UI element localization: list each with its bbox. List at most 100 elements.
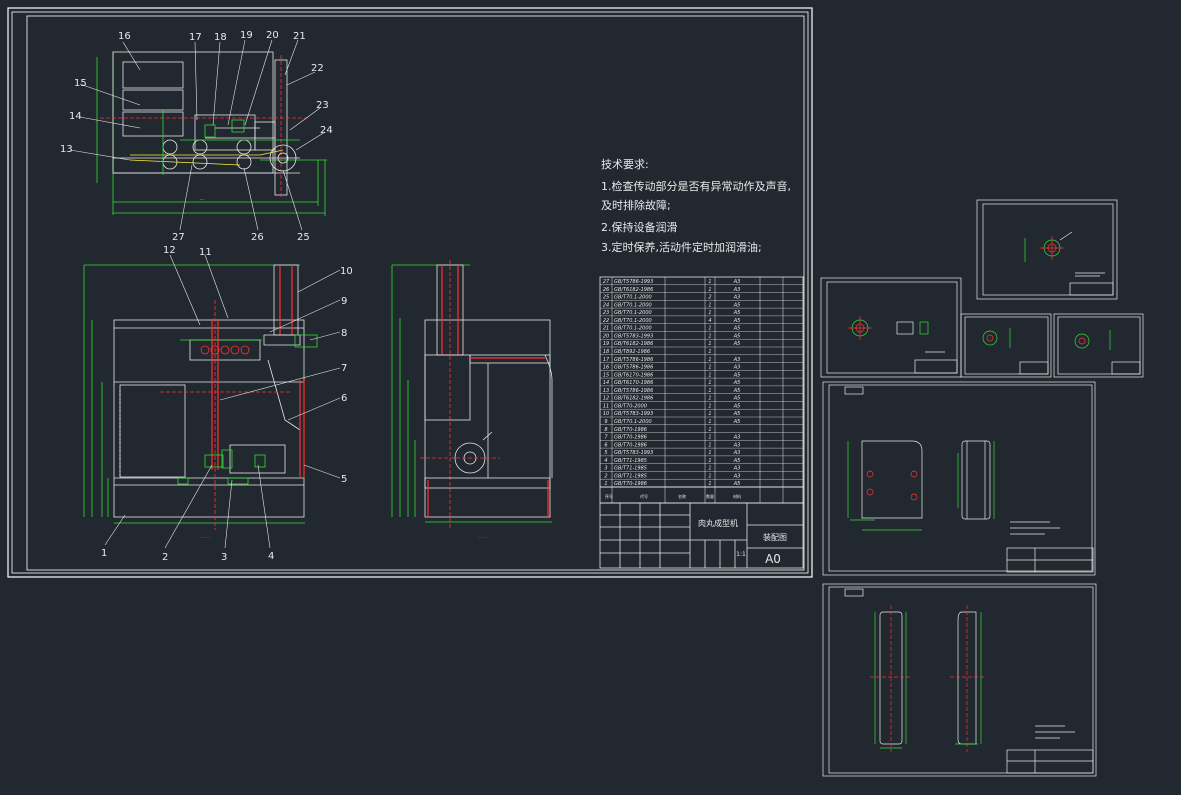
parts-table-cell-qty: 1 — [708, 341, 711, 347]
parts-table-cell-qty: 1 — [708, 419, 711, 425]
parts-table-cell-mat: A3 — [733, 357, 741, 363]
parts-table-cell-mat: A5 — [733, 372, 741, 378]
parts-table-cell-mat: A5 — [733, 318, 741, 324]
svg-text:序号: 序号 — [605, 493, 613, 499]
svg-text:代号: 代号 — [640, 493, 648, 499]
callout-27: 27 — [172, 232, 185, 243]
part-sheet-c — [960, 313, 1052, 378]
parts-table-cell-no: 1 — [604, 481, 607, 487]
parts-table-cell-qty: 1 — [708, 396, 711, 402]
callout-7: 7 — [341, 363, 347, 374]
part-sheet-f — [822, 583, 1097, 777]
parts-table-cell-qty: 1 — [708, 458, 711, 464]
front-view-label: ---- --- - — [200, 535, 211, 539]
parts-table-cell-mat: A3 — [733, 442, 741, 448]
parts-table-cell-no: 16 — [603, 365, 609, 371]
callout-16: 16 — [118, 31, 131, 42]
parts-table-cell-std: GB/T70.1-2000 — [614, 302, 652, 308]
side-view: ---- --- - — [391, 260, 553, 539]
svg-text:材料: 材料 — [733, 493, 741, 499]
parts-table-cell-std: GB/T70.1-2000 — [614, 419, 652, 425]
callout-24: 24 — [320, 125, 333, 136]
parts-table-cell-std: GB/T5786-1993 — [614, 279, 653, 285]
parts-table-cell-no: 10 — [603, 411, 609, 417]
parts-table: 27 GB/T5786-1993 1 A326 GB/T6182-1986 1 A325 GB… — [599, 276, 804, 504]
parts-table-cell-no: 17 — [603, 357, 610, 363]
parts-table-cell-qty: 1 — [708, 349, 711, 355]
parts-table-cell-qty: 1 — [708, 333, 711, 339]
parts-table-cell-std: GB/T70-2000 — [614, 403, 647, 409]
parts-table-cell-mat: A3 — [733, 450, 741, 456]
callout-4: 4 — [268, 551, 274, 562]
parts-table-cell-qty: 1 — [708, 372, 711, 378]
tech-requirements-heading: 技术要求: — [601, 158, 649, 171]
tech-requirement-2: 2.保持设备润滑 — [601, 220, 678, 234]
parts-table-cell-std: GB/T70.1-2000 — [614, 318, 652, 324]
parts-table-cell-mat: A3 — [733, 287, 741, 293]
top-view-dim-1: ---- — [200, 197, 204, 201]
parts-table-cell-no: 3 — [604, 466, 607, 472]
parts-table-cell-qty: 1 — [708, 380, 711, 386]
title-block-name: 肉丸成型机 — [698, 518, 738, 528]
tech-requirement-1b: 及时排除故障; — [601, 198, 671, 212]
parts-table-cell-qty: 1 — [708, 466, 711, 472]
tech-requirement-3: 3.定时保养,活动件定时加润滑油; — [601, 240, 762, 254]
parts-table-cell-no: 18 — [603, 349, 609, 355]
parts-table-cell-qty: 2 — [708, 295, 711, 301]
part-sheet-a — [976, 199, 1118, 300]
parts-table-cell-mat: A5 — [733, 403, 741, 409]
callout-26: 26 — [251, 232, 264, 243]
parts-table-cell-mat: A5 — [733, 388, 741, 394]
front-view-leaders — [104, 254, 341, 549]
parts-table-cell-std: GB/T71-1985 — [614, 466, 647, 472]
parts-table-cell-no: 22 — [603, 318, 609, 324]
cad-drawing-canvas: ---- ---- --- - ---- --- - 16 17 18 19 2… — [7, 7, 1144, 777]
parts-table-cell-mat: A3 — [733, 473, 741, 479]
parts-table-cell-qty: 1 — [708, 427, 711, 433]
parts-table-cell-mat: A5 — [733, 411, 741, 417]
parts-table-cell-qty: 1 — [708, 450, 711, 456]
part-sheet-e — [822, 381, 1096, 576]
parts-table-cell-no: 5 — [604, 450, 607, 456]
parts-table-cell-std: GB/T70.1-2000 — [614, 295, 652, 301]
parts-table-cell-mat: A5 — [733, 310, 741, 316]
front-view: ---- --- - — [83, 264, 318, 539]
parts-table-cell-no: 20 — [603, 333, 609, 339]
parts-table-cell-mat: A5 — [733, 396, 741, 402]
tech-requirements: 技术要求: 1.检查传动部分是否有异常动作及声音, 及时排除故障; 2.保持设备… — [601, 158, 791, 254]
parts-table-cell-mat: A5 — [733, 380, 741, 386]
title-block-drawing: 装配图 — [763, 532, 787, 542]
callout-11: 11 — [199, 247, 212, 258]
title-block: 肉丸成型机 装配图 1:1 A0 — [599, 502, 804, 569]
top-view: ---- — [96, 51, 327, 216]
callout-25: 25 — [297, 232, 310, 243]
parts-table-cell-std: GB/T70-1986 — [614, 481, 647, 487]
callout-3: 3 — [221, 552, 227, 563]
callout-numbers: 16 17 18 19 20 21 22 23 24 15 14 13 27 2… — [60, 30, 353, 563]
parts-table-cell-std: GB/T5783-1993 — [614, 333, 653, 339]
parts-table-cell-no: 14 — [603, 380, 609, 386]
callout-14: 14 — [69, 111, 82, 122]
parts-table-cell-std: GB/T5783-1993 — [614, 411, 653, 417]
callout-19: 19 — [240, 30, 253, 41]
callout-18: 18 — [214, 32, 227, 43]
parts-table-cell-std: GB/T5783-1993 — [614, 450, 653, 456]
parts-table-cell-mat: A3 — [733, 295, 741, 301]
title-block-scale: 1:1 — [736, 551, 746, 558]
parts-table-cell-mat: A3 — [733, 435, 741, 441]
parts-table-cell-mat: A5 — [733, 458, 741, 464]
parts-table-cell-std: GB/T6170-1986 — [614, 372, 653, 378]
parts-table-cell-no: 6 — [604, 442, 607, 448]
parts-table-cell-std: GB/T5786-1986 — [614, 388, 653, 394]
parts-table-cell-no: 26 — [603, 287, 609, 293]
parts-table-cell-mat: A3 — [733, 365, 741, 371]
parts-table-cell-no: 9 — [604, 419, 607, 425]
parts-table-cell-no: 21 — [603, 326, 609, 332]
main-sheet: ---- ---- --- - ---- --- - 16 17 18 19 2… — [7, 7, 813, 578]
parts-table-cell-no: 11 — [603, 403, 609, 409]
parts-table-cell-std: GB/T892-1986 — [614, 349, 650, 355]
callout-22: 22 — [311, 63, 324, 74]
callout-15: 15 — [74, 78, 87, 89]
parts-table-cell-std: GB/T70-1986 — [614, 427, 647, 433]
parts-table-cell-qty: 1 — [708, 403, 711, 409]
